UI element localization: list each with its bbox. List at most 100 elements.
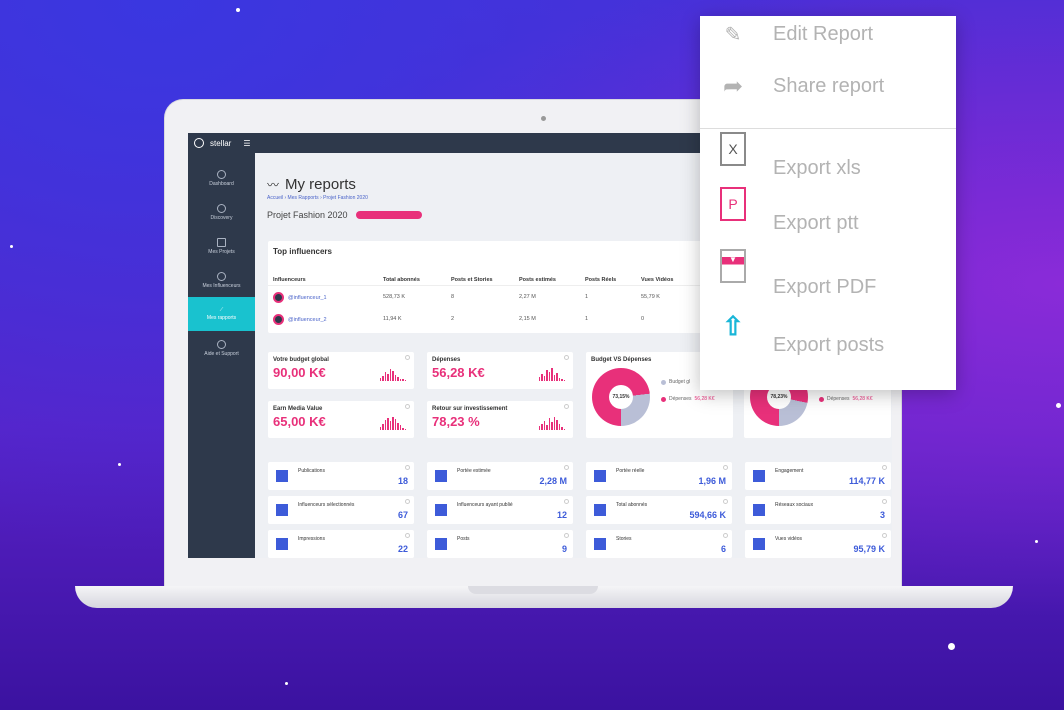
table-cell: 11,94 K — [383, 316, 402, 322]
info-icon[interactable] — [405, 465, 410, 470]
column-header[interactable]: Influenceurs — [273, 277, 383, 283]
legend-label: Dépenses — [827, 396, 850, 402]
spark-bar — [387, 418, 389, 430]
info-icon[interactable] — [882, 465, 887, 470]
column-header[interactable]: Posts et Stories — [451, 277, 519, 283]
stat-card: Posts 9 — [427, 530, 573, 558]
breadcrumb[interactable]: Accueil › Mes Rapports › Projet Fashion … — [267, 195, 368, 201]
share-arrow-icon: ➦ — [722, 72, 744, 100]
stat-card: Publications 18 — [268, 462, 414, 490]
spark-bar — [553, 375, 555, 381]
spark-bar — [548, 372, 550, 381]
stat-card: Vues vidéos 95,79 K — [745, 530, 891, 558]
stat-label: Impressions — [298, 536, 325, 542]
info-icon[interactable] — [564, 533, 569, 538]
sidebar-item-discovery[interactable]: Discovery — [188, 195, 255, 229]
spark-bar — [553, 417, 555, 430]
stat-value: 9 — [561, 544, 567, 554]
stat-card: Stories 6 — [586, 530, 732, 558]
stat-value: 22 — [397, 544, 408, 554]
stat-card: Portée réelle 1,96 M — [586, 462, 732, 490]
stat-label: Total abonnés — [616, 502, 648, 508]
pdf-file-icon: ▼ — [718, 248, 748, 284]
legend-item: Dépenses 56,28 K€ — [819, 396, 873, 402]
legend-value: 56,28 K€ — [852, 396, 873, 402]
column-header[interactable]: Total abonnés — [383, 277, 451, 283]
info-icon[interactable] — [723, 533, 728, 538]
stat-value: 95,79 K — [853, 544, 885, 554]
stat-card: Influenceurs ayant publié 12 — [427, 496, 573, 524]
stat-value: 114,77 K — [848, 476, 885, 486]
sidebar-item-reports[interactable]: ⟋ Mes rapports — [188, 297, 255, 331]
info-icon[interactable] — [723, 499, 728, 504]
menu-label: Export xls — [773, 157, 861, 179]
stat-value: 12 — [556, 510, 567, 520]
stat-icon — [435, 538, 447, 550]
sidebar-item-support[interactable]: Aide et Support — [188, 331, 255, 365]
column-header[interactable]: Posts estimés — [519, 277, 585, 283]
info-icon[interactable] — [564, 355, 569, 360]
project-badge[interactable] — [355, 211, 422, 219]
project-name: Projet Fashion 2020 — [267, 210, 422, 220]
table-cell: 2,15 M — [519, 316, 536, 322]
spark-bar — [543, 376, 545, 381]
stat-card: Influenceurs sélectionnés 67 — [268, 496, 414, 524]
info-icon[interactable] — [882, 533, 887, 538]
spark-bar — [561, 427, 563, 430]
stat-icon — [753, 470, 765, 482]
page-title: 〰 My reports — [267, 176, 356, 193]
avatar — [273, 291, 284, 303]
sparkline — [379, 416, 406, 430]
spark-bar — [389, 369, 391, 381]
info-icon[interactable] — [405, 533, 410, 538]
person-icon — [217, 271, 226, 281]
spark-bar — [392, 371, 394, 381]
stat-value: 2,28 M — [539, 476, 567, 486]
laptop-notch — [468, 586, 598, 594]
stat-label: Posts — [457, 536, 470, 542]
avatar — [273, 313, 284, 325]
menu-toggle-icon[interactable]: ☰ — [243, 139, 250, 148]
legend-item: Dépenses 56,28 K€ — [661, 396, 715, 402]
info-icon[interactable] — [405, 355, 410, 360]
legend-dot — [819, 396, 824, 402]
kpi-card: Dépenses 56,28 K€ — [427, 352, 573, 389]
xls-file-icon: X — [718, 131, 748, 167]
spark-bar — [379, 378, 381, 381]
column-header[interactable]: Posts Réels — [585, 277, 641, 283]
stat-label: Réseaux sociaux — [775, 502, 814, 508]
table-header: Influenceurs Total abonnés Posts et Storie… — [268, 274, 708, 286]
spark-bar — [558, 424, 560, 430]
influencer-link[interactable]: @influenceur_1 — [273, 291, 383, 303]
sidebar-item-projects[interactable]: Mes Projets — [188, 229, 255, 263]
info-icon[interactable] — [405, 499, 410, 504]
sidebar-item-influencers[interactable]: Mes Influenceurs — [188, 263, 255, 297]
spark-bar — [399, 379, 401, 381]
info-icon[interactable] — [564, 404, 569, 409]
table-row[interactable]: @influenceur_2 11,94 K 2 2,15 M 1 0 — [268, 308, 708, 330]
table-row[interactable]: @influenceur_1 528,73 K 8 2,27 M 1 55,79 K — [268, 286, 708, 308]
sidebar-item-dashboard[interactable]: Dashboard — [188, 161, 255, 195]
spark-bar — [563, 380, 565, 381]
spark-bar — [541, 424, 543, 430]
stat-icon — [594, 538, 606, 550]
info-icon[interactable] — [723, 465, 728, 470]
info-icon[interactable] — [564, 465, 569, 470]
info-icon[interactable] — [882, 499, 887, 504]
stat-card: Portée estimée 2,28 M — [427, 462, 573, 490]
info-icon[interactable] — [405, 404, 410, 409]
table-cell: 1 — [585, 294, 589, 300]
spark-bar — [402, 379, 404, 381]
spark-bar — [392, 417, 394, 430]
menu-label: Export PDF — [773, 276, 877, 298]
spark-bar — [543, 421, 545, 430]
help-icon — [217, 339, 226, 349]
sparkline — [379, 367, 406, 381]
influencer-link[interactable]: @influenceur_2 — [273, 313, 383, 325]
upload-icon: ⇧ — [722, 310, 744, 341]
table-cell: 8 — [451, 294, 455, 300]
column-header[interactable]: Vues Vidéos — [641, 277, 701, 283]
info-icon[interactable] — [564, 499, 569, 504]
ppt-file-icon: P — [718, 186, 748, 222]
stat-card: Réseaux sociaux 3 — [745, 496, 891, 524]
